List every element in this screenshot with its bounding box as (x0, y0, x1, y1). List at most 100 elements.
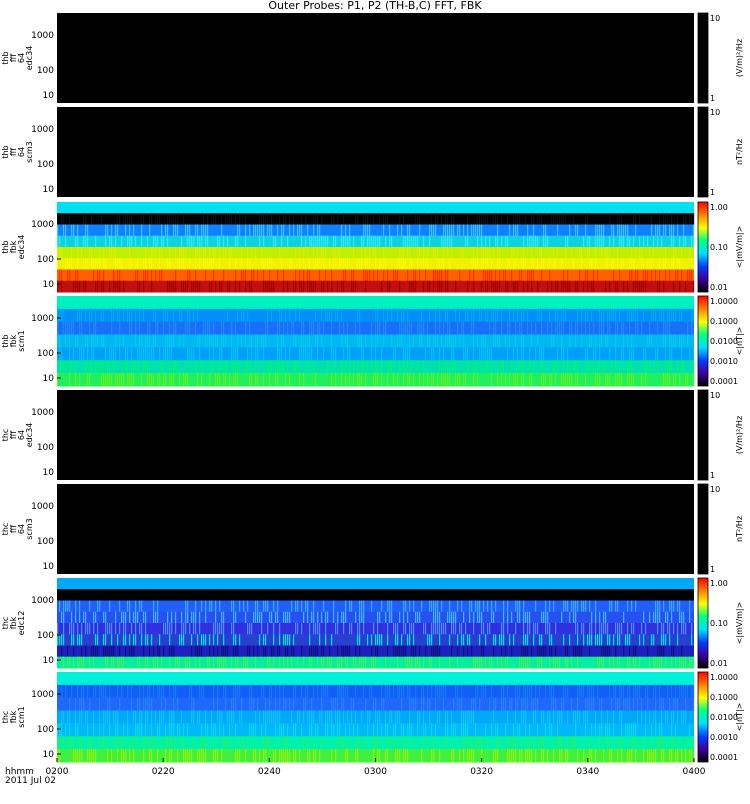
stripe (435, 321, 437, 336)
stripe (111, 645, 113, 658)
stripe (241, 308, 243, 323)
stripe (685, 710, 687, 724)
stripe (91, 213, 93, 225)
stripe (461, 697, 463, 712)
stripe (153, 235, 155, 248)
stripe (633, 684, 635, 699)
stripe (301, 684, 303, 699)
stripe (475, 736, 477, 750)
stripe (185, 611, 187, 624)
stripe (309, 258, 311, 270)
band (57, 224, 694, 237)
stripe (403, 213, 405, 225)
stripe (573, 611, 575, 624)
stripe (641, 623, 643, 635)
stripe (519, 360, 521, 374)
stripe (269, 373, 271, 387)
stripe (275, 360, 277, 374)
stripe (639, 280, 641, 293)
stripe (555, 360, 557, 374)
stripe (689, 213, 691, 225)
stripe (233, 634, 235, 646)
stripe (487, 269, 489, 282)
stripe (317, 258, 319, 270)
stripe (493, 321, 495, 336)
stripe (411, 645, 413, 658)
stripe (443, 247, 445, 259)
stripe (335, 697, 337, 712)
stripe (245, 224, 247, 237)
stripe (619, 360, 621, 374)
stripe (571, 247, 573, 259)
stripe (85, 235, 87, 248)
stripe (175, 224, 177, 237)
stripe (473, 308, 475, 323)
stripe (407, 224, 409, 237)
stripe (693, 347, 695, 361)
stripe (451, 235, 453, 248)
stripe (263, 710, 265, 724)
stripe (69, 360, 71, 374)
stripe (623, 321, 625, 336)
stripe (231, 736, 233, 750)
stripe (577, 710, 579, 724)
stripe (541, 749, 543, 763)
stripe (431, 224, 433, 237)
stripe (183, 634, 185, 646)
stripe (377, 623, 379, 635)
stripe (589, 697, 591, 712)
stripe (283, 360, 285, 374)
stripe (263, 347, 265, 361)
stripe (501, 360, 503, 374)
stripe (413, 600, 415, 613)
stripe (281, 334, 283, 348)
stripe (613, 224, 615, 237)
stripe (661, 723, 663, 737)
stripe (61, 308, 63, 323)
stripe (319, 623, 321, 635)
colorbar-label: nT²/Hz (735, 516, 744, 542)
stripe (343, 645, 345, 658)
stripe (545, 723, 547, 737)
stripe (599, 634, 601, 646)
stripe (317, 224, 319, 237)
stripe (565, 600, 567, 613)
stripe (525, 611, 527, 624)
stripe (325, 247, 327, 259)
stripe (631, 373, 633, 387)
stripe (433, 280, 435, 293)
stripe (497, 736, 499, 750)
stripe (239, 360, 241, 374)
stripe (109, 697, 111, 712)
stripe (173, 710, 175, 724)
stripe (285, 308, 287, 323)
stripe (273, 645, 275, 658)
stripe (201, 600, 203, 613)
stripe (533, 697, 535, 712)
stripe (231, 321, 233, 336)
stripe (601, 308, 603, 323)
stripe (233, 373, 235, 387)
stripe (659, 697, 661, 712)
stripe (579, 684, 581, 699)
stripe (103, 334, 105, 348)
stripe (511, 269, 513, 282)
stripe (409, 347, 411, 361)
stripe (631, 360, 633, 374)
stripe (253, 645, 255, 658)
stripe (99, 258, 101, 270)
stripe (111, 321, 113, 336)
stripe (413, 280, 415, 293)
stripe (577, 224, 579, 237)
stripe (455, 723, 457, 737)
stripe (625, 723, 627, 737)
stripe (409, 247, 411, 259)
stripe (419, 224, 421, 237)
stripe (373, 723, 375, 737)
stripe (521, 360, 523, 374)
stripe (221, 611, 223, 624)
stripe (255, 373, 257, 387)
stripe (339, 321, 341, 336)
stripe (311, 280, 313, 293)
stripe (129, 247, 131, 259)
